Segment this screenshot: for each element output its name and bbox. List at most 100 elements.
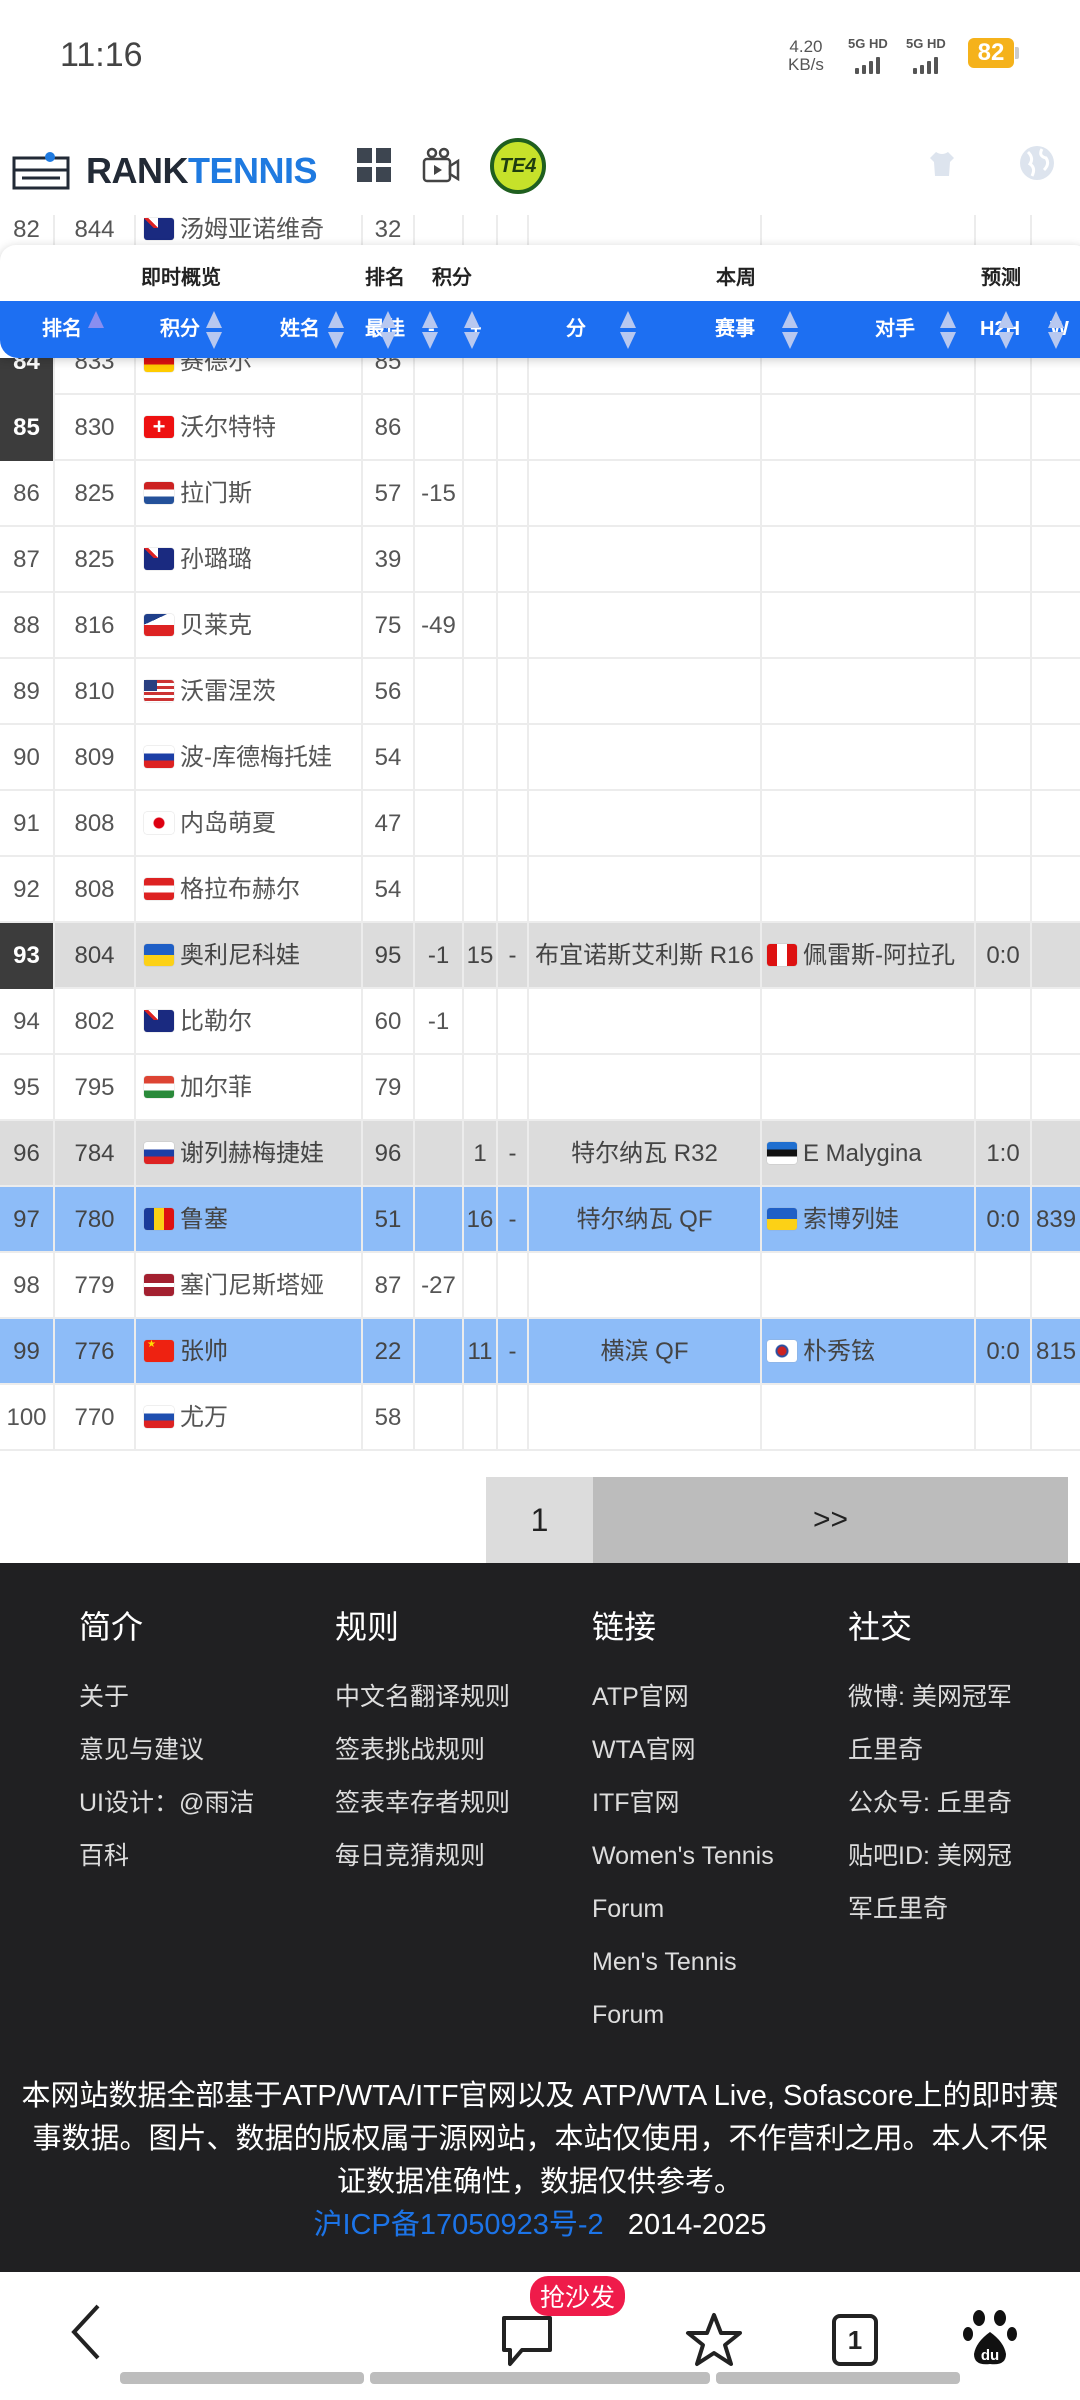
cell-opp[interactable]	[762, 989, 976, 1055]
cell-opp[interactable]	[762, 395, 976, 461]
cell-name[interactable]: 尤万	[136, 1385, 363, 1451]
footer-link[interactable]: 关于	[79, 1671, 254, 1724]
back-icon[interactable]	[68, 2304, 102, 2360]
table-row[interactable]: 98 779 塞门尼斯塔娅 87 -27	[0, 1253, 1080, 1319]
col-score[interactable]: 分	[566, 301, 586, 358]
footer-link[interactable]: 中文名翻译规则	[335, 1671, 510, 1724]
comment-badge[interactable]: 抢沙发	[530, 2276, 626, 2316]
footer-link[interactable]: 每日竞猜规则	[335, 1830, 510, 1883]
cell-name[interactable]: 内岛萌夏	[136, 791, 363, 857]
cell-name[interactable]: 拉门斯	[136, 461, 363, 527]
col-points[interactable]: 积分	[160, 301, 200, 358]
cell-name[interactable]: 塞门尼斯塔娅	[136, 1253, 363, 1319]
table-row[interactable]: 90 809 波-库德梅托娃 54	[0, 725, 1080, 791]
cell-name[interactable]: 加尔菲	[136, 1055, 363, 1121]
baidu-paw-icon[interactable]: du	[962, 2308, 1018, 2368]
cell-opp[interactable]	[762, 593, 976, 659]
cell-name[interactable]: 贝莱克	[136, 593, 363, 659]
globe-icon[interactable]	[1018, 144, 1056, 182]
footer-link[interactable]: 百科	[79, 1830, 254, 1883]
cell-opp[interactable]	[762, 1055, 976, 1121]
cell-name[interactable]: 张帅	[136, 1319, 363, 1385]
tabs-button[interactable]: 1	[832, 2314, 878, 2366]
col-opponent[interactable]: 对手	[875, 301, 915, 358]
footer-link[interactable]: ITF官网	[592, 1777, 774, 1830]
cell-opp[interactable]	[762, 1385, 976, 1451]
table-row[interactable]: 93 804 奥利尼科娃 95 -1 15- 布宜诺斯艾利斯 R16 佩雷斯-阿拉孔 0:0	[0, 923, 1080, 989]
cell-opp[interactable]	[762, 1253, 976, 1319]
sort-icon[interactable]	[1048, 311, 1064, 349]
col-name[interactable]: 姓名	[280, 301, 320, 358]
footer-link[interactable]: WTA官网	[592, 1724, 774, 1777]
table-row[interactable]: 95 795 加尔菲 79	[0, 1055, 1080, 1121]
sort-icon[interactable]	[464, 311, 480, 349]
col-tournament[interactable]: 赛事	[715, 301, 755, 358]
sort-asc-icon[interactable]	[88, 311, 104, 349]
cell-name[interactable]: 谢列赫梅捷娃	[136, 1121, 363, 1187]
table-row[interactable]: 94 802 比勒尔 60 -1	[0, 989, 1080, 1055]
table-row[interactable]: 92 808 格拉布赫尔 54	[0, 857, 1080, 923]
table-row[interactable]: 89 810 沃雷涅茨 56	[0, 659, 1080, 725]
footer-link[interactable]: 军丘里奇	[848, 1883, 1012, 1936]
footer-link[interactable]: Forum	[592, 1883, 774, 1936]
cell-name[interactable]: 孙璐璐	[136, 527, 363, 593]
table-row[interactable]: 85 830 沃尔特特 86	[0, 395, 1080, 461]
cell-name[interactable]: 沃尔特特	[136, 395, 363, 461]
grid-icon[interactable]	[357, 148, 391, 182]
footer-link[interactable]: Men's Tennis	[592, 1936, 774, 1989]
footer-link[interactable]: 签表挑战规则	[335, 1724, 510, 1777]
sort-icon[interactable]	[620, 311, 636, 349]
logo[interactable]: RANKTENNIS	[86, 150, 318, 192]
cell-name[interactable]: 奥利尼科娃	[136, 923, 363, 989]
table-row[interactable]: 87 825 孙璐璐 39	[0, 527, 1080, 593]
sort-icon[interactable]	[328, 311, 344, 349]
cell-opp[interactable]	[762, 725, 976, 791]
cell-opp[interactable]: 索博列娃	[762, 1187, 976, 1253]
footer-link[interactable]: 公众号: 丘里奇	[848, 1777, 1012, 1830]
te4-logo[interactable]: TE4	[490, 138, 546, 194]
table-row[interactable]: 100 770 尤万 58	[0, 1385, 1080, 1451]
sort-icon[interactable]	[206, 311, 222, 349]
video-camera-icon[interactable]	[420, 146, 460, 186]
page-1-button[interactable]: 1	[486, 1477, 593, 1563]
next-page-button[interactable]: >>	[593, 1477, 1068, 1563]
footer-link[interactable]: Forum	[592, 1989, 774, 2042]
footer-link[interactable]: 意见与建议	[79, 1724, 254, 1777]
table-row[interactable]: 88 816 贝莱克 75 -49	[0, 593, 1080, 659]
sort-icon[interactable]	[998, 311, 1014, 349]
table-row[interactable]: 96 784 谢列赫梅捷娃 96 1- 特尔纳瓦 R32 E Malygina 1:0	[0, 1121, 1080, 1187]
sort-icon[interactable]	[422, 311, 438, 349]
footer-link[interactable]: ATP官网	[592, 1671, 774, 1724]
shirt-icon[interactable]	[928, 150, 956, 178]
footer-link[interactable]: 签表幸存者规则	[335, 1777, 510, 1830]
cell-opp[interactable]	[762, 461, 976, 527]
footer-link[interactable]: UI设计：@雨洁	[79, 1777, 254, 1830]
footer-link[interactable]: 贴吧ID: 美网冠	[848, 1830, 1012, 1883]
cell-name[interactable]: 波-库德梅托娃	[136, 725, 363, 791]
sort-icon[interactable]	[380, 311, 396, 349]
sort-icon[interactable]	[782, 311, 798, 349]
footer-link[interactable]: 微博: 美网冠军	[848, 1671, 1012, 1724]
cell-opp[interactable]	[762, 659, 976, 725]
table-row[interactable]: 86 825 拉门斯 57 -15	[0, 461, 1080, 527]
cell-name[interactable]: 鲁塞	[136, 1187, 363, 1253]
sort-icon[interactable]	[940, 311, 956, 349]
cell-opp[interactable]: 佩雷斯-阿拉孔	[762, 923, 976, 989]
cell-opp[interactable]	[762, 857, 976, 923]
table-row[interactable]: 99 776 张帅 22 11- 横滨 QF 朴秀铉 0:0 815	[0, 1319, 1080, 1385]
cell-name[interactable]: 沃雷涅茨	[136, 659, 363, 725]
cell-name[interactable]: 比勒尔	[136, 989, 363, 1055]
comment-icon[interactable]	[500, 2312, 554, 2368]
col-rank[interactable]: 排名	[42, 301, 82, 358]
cell-opp[interactable]	[762, 791, 976, 857]
icp-link[interactable]: 沪ICP备17050923号-2	[313, 2209, 603, 2241]
footer-link[interactable]: Women's Tennis	[592, 1830, 774, 1883]
star-icon[interactable]	[685, 2312, 743, 2368]
cell-opp[interactable]: E Malygina	[762, 1121, 976, 1187]
table-row[interactable]: 97 780 鲁塞 51 16- 特尔纳瓦 QF 索博列娃 0:0 839	[0, 1187, 1080, 1253]
table-row[interactable]: 91 808 内岛萌夏 47	[0, 791, 1080, 857]
cell-opp[interactable]	[762, 527, 976, 593]
cell-opp[interactable]: 朴秀铉	[762, 1319, 976, 1385]
footer-link[interactable]: 丘里奇	[848, 1724, 1012, 1777]
cell-name[interactable]: 格拉布赫尔	[136, 857, 363, 923]
